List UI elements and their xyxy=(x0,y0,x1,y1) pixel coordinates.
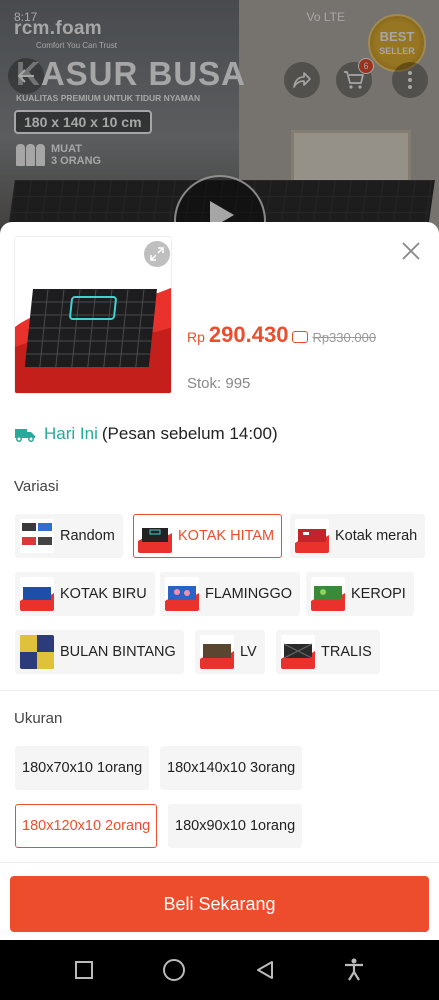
variation-option[interactable]: LV xyxy=(195,630,265,674)
variation-thumbnail xyxy=(295,519,329,553)
coin-discount-icon xyxy=(292,331,309,343)
close-icon xyxy=(402,242,420,260)
variation-option[interactable]: TRALIS xyxy=(276,630,380,674)
variation-thumbnail xyxy=(311,577,345,611)
variation-option[interactable]: KOTAK BIRU xyxy=(15,572,155,616)
recent-apps-icon[interactable] xyxy=(74,960,94,980)
delivery-note: (Pesan sebelum 14:00) xyxy=(101,424,278,443)
size-label-text: 180x70x10 1orang xyxy=(22,760,143,776)
close-button[interactable] xyxy=(396,236,426,266)
variation-option[interactable]: BULAN BINTANG xyxy=(15,630,184,674)
system-nav-bar xyxy=(0,940,439,1000)
home-icon[interactable] xyxy=(162,958,186,982)
variation-label-text: Kotak merah xyxy=(335,528,418,544)
size-option-selected[interactable]: 180x120x10 2orang xyxy=(15,804,158,848)
delivery-truck-icon xyxy=(15,429,35,442)
stock-label: Stok: 995 xyxy=(187,375,251,392)
variation-bottom-sheet: Rp 290.430 Rp330.000 Stok: 995 Hari Ini … xyxy=(0,222,439,940)
variation-thumbnail xyxy=(281,635,315,669)
original-price: Rp330.000 xyxy=(312,330,377,345)
variation-thumbnail xyxy=(20,577,54,611)
variation-thumbnail xyxy=(138,519,172,553)
variation-thumbnail xyxy=(165,577,199,611)
variation-label-text: Random xyxy=(60,528,115,544)
variation-label-text: LV xyxy=(240,644,257,660)
size-option[interactable]: 180x140x10 3orang xyxy=(160,746,303,790)
size-option[interactable]: 180x90x10 1orang xyxy=(168,804,303,848)
variation-option[interactable]: KEROPI xyxy=(306,572,414,616)
variation-label-text: TRALIS xyxy=(321,644,372,660)
price-value: 290.430 xyxy=(208,322,289,347)
expand-image-button[interactable] xyxy=(144,241,170,267)
variation-option[interactable]: Kotak merah xyxy=(290,514,426,558)
section-divider xyxy=(0,862,439,863)
variation-label-text: FLAMINGGO xyxy=(205,586,293,602)
variation-option[interactable]: Random xyxy=(15,514,123,558)
product-thumbnail[interactable] xyxy=(14,236,172,394)
price-row: Rp 290.430 Rp330.000 xyxy=(187,322,376,348)
size-label-text: 180x140x10 3orang xyxy=(167,760,296,776)
back-icon[interactable] xyxy=(255,960,275,980)
modal-backdrop[interactable] xyxy=(0,0,439,250)
size-label: Ukuran xyxy=(14,710,63,727)
size-label-text: 180x90x10 1orang xyxy=(175,818,296,834)
delivery-info: Hari Ini (Pesan sebelum 14:00) xyxy=(14,424,278,444)
variation-thumbnail xyxy=(20,635,54,669)
size-option[interactable]: 180x70x10 1orang xyxy=(15,746,150,790)
variation-label-text: KEROPI xyxy=(351,586,406,602)
variation-label: Variasi xyxy=(14,478,59,495)
size-label-text: 180x120x10 2orang xyxy=(22,818,151,834)
section-divider xyxy=(0,690,439,691)
variation-option[interactable]: FLAMINGGO xyxy=(160,572,301,616)
price-currency: Rp xyxy=(187,329,205,345)
variation-option-selected[interactable]: KOTAK HITAM xyxy=(133,514,283,558)
variation-thumbnail xyxy=(20,519,54,553)
accessibility-icon[interactable] xyxy=(343,958,365,982)
variation-thumbnail xyxy=(200,635,234,669)
variation-label-text: KOTAK HITAM xyxy=(178,528,275,544)
expand-icon xyxy=(150,247,164,261)
buy-now-button[interactable]: Beli Sekarang xyxy=(10,876,429,932)
delivery-day: Hari Ini xyxy=(44,424,98,443)
variation-label-text: KOTAK BIRU xyxy=(60,586,147,602)
variation-label-text: BULAN BINTANG xyxy=(60,644,176,660)
